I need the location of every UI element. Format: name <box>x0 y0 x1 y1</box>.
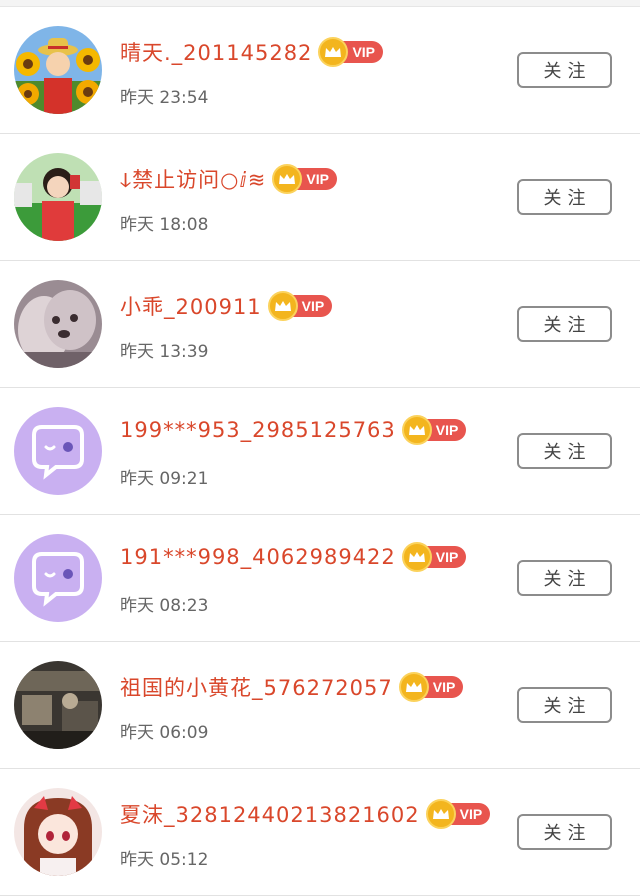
timestamp: 昨天 13:39 <box>120 342 209 362</box>
vip-badge: VIP <box>267 291 333 321</box>
avatar[interactable] <box>14 280 102 368</box>
default-chat-avatar-icon[interactable] <box>14 407 102 495</box>
timestamp: 昨天 05:12 <box>120 850 209 870</box>
follow-button[interactable]: 关注 <box>517 814 612 850</box>
vip-badge: VIP <box>401 542 467 572</box>
crown-icon <box>267 291 298 321</box>
timestamp: 昨天 06:09 <box>120 723 209 743</box>
user-name[interactable]: 小乖_200911 <box>120 291 262 321</box>
top-divider <box>0 0 640 7</box>
vip-label: VIP <box>432 679 456 695</box>
vip-badge: VIP <box>318 37 384 67</box>
follow-button[interactable]: 关注 <box>517 52 612 88</box>
crown-icon <box>425 799 456 829</box>
default-chat-avatar-icon[interactable] <box>14 534 102 622</box>
crown-icon <box>398 672 429 702</box>
timestamp: 昨天 08:23 <box>120 596 209 616</box>
vip-badge: VIP <box>401 415 467 445</box>
user-name[interactable]: ↆ禁止访问○ⅈ≋ <box>120 164 266 194</box>
avatar[interactable] <box>14 153 102 241</box>
vip-label: VIP <box>435 549 459 565</box>
follow-button[interactable]: 关注 <box>517 179 612 215</box>
vip-label: VIP <box>459 806 483 822</box>
list-item[interactable]: 199***953_2985125763 VIP 昨天 09:21 关注 <box>0 388 640 515</box>
user-name[interactable]: 199***953_2985125763 <box>120 418 396 442</box>
avatar[interactable] <box>14 26 102 114</box>
vip-label: VIP <box>435 422 459 438</box>
follow-button[interactable]: 关注 <box>517 306 612 342</box>
crown-icon <box>272 164 303 194</box>
vip-badge: VIP <box>425 799 491 829</box>
user-name[interactable]: 191***998_4062989422 <box>120 545 396 569</box>
avatar[interactable] <box>14 788 102 876</box>
crown-icon <box>401 415 432 445</box>
follow-button[interactable]: 关注 <box>517 433 612 469</box>
crown-icon <box>401 542 432 572</box>
avatar[interactable] <box>14 661 102 749</box>
timestamp: 昨天 23:54 <box>120 88 209 108</box>
vip-label: VIP <box>306 171 329 187</box>
follower-list: 晴天._201145282 VIP 昨天 23:54 关注 ↆ禁止访问○ⅈ≋ V… <box>0 7 640 896</box>
list-item[interactable]: 小乖_200911 VIP 昨天 13:39 关注 <box>0 261 640 388</box>
vip-badge: VIP <box>272 164 337 194</box>
list-item[interactable]: 191***998_4062989422 VIP 昨天 08:23 关注 <box>0 515 640 642</box>
follow-button[interactable]: 关注 <box>517 560 612 596</box>
user-name[interactable]: 夏沫_32812440213821602 <box>120 799 420 829</box>
vip-label: VIP <box>352 44 376 60</box>
timestamp: 昨天 09:21 <box>120 469 209 489</box>
list-item[interactable]: 夏沫_32812440213821602 VIP 昨天 05:12 关注 <box>0 769 640 896</box>
list-item[interactable]: ↆ禁止访问○ⅈ≋ VIP 昨天 18:08 关注 <box>0 134 640 261</box>
user-name[interactable]: 晴天._201145282 <box>120 37 312 67</box>
vip-label: VIP <box>301 298 325 314</box>
follow-button[interactable]: 关注 <box>517 687 612 723</box>
list-item[interactable]: 祖国的小黄花_576272057 VIP 昨天 06:09 关注 <box>0 642 640 769</box>
vip-badge: VIP <box>398 672 464 702</box>
list-item[interactable]: 晴天._201145282 VIP 昨天 23:54 关注 <box>0 7 640 134</box>
timestamp: 昨天 18:08 <box>120 215 209 235</box>
user-name[interactable]: 祖国的小黄花_576272057 <box>120 672 393 702</box>
crown-icon <box>318 37 349 67</box>
